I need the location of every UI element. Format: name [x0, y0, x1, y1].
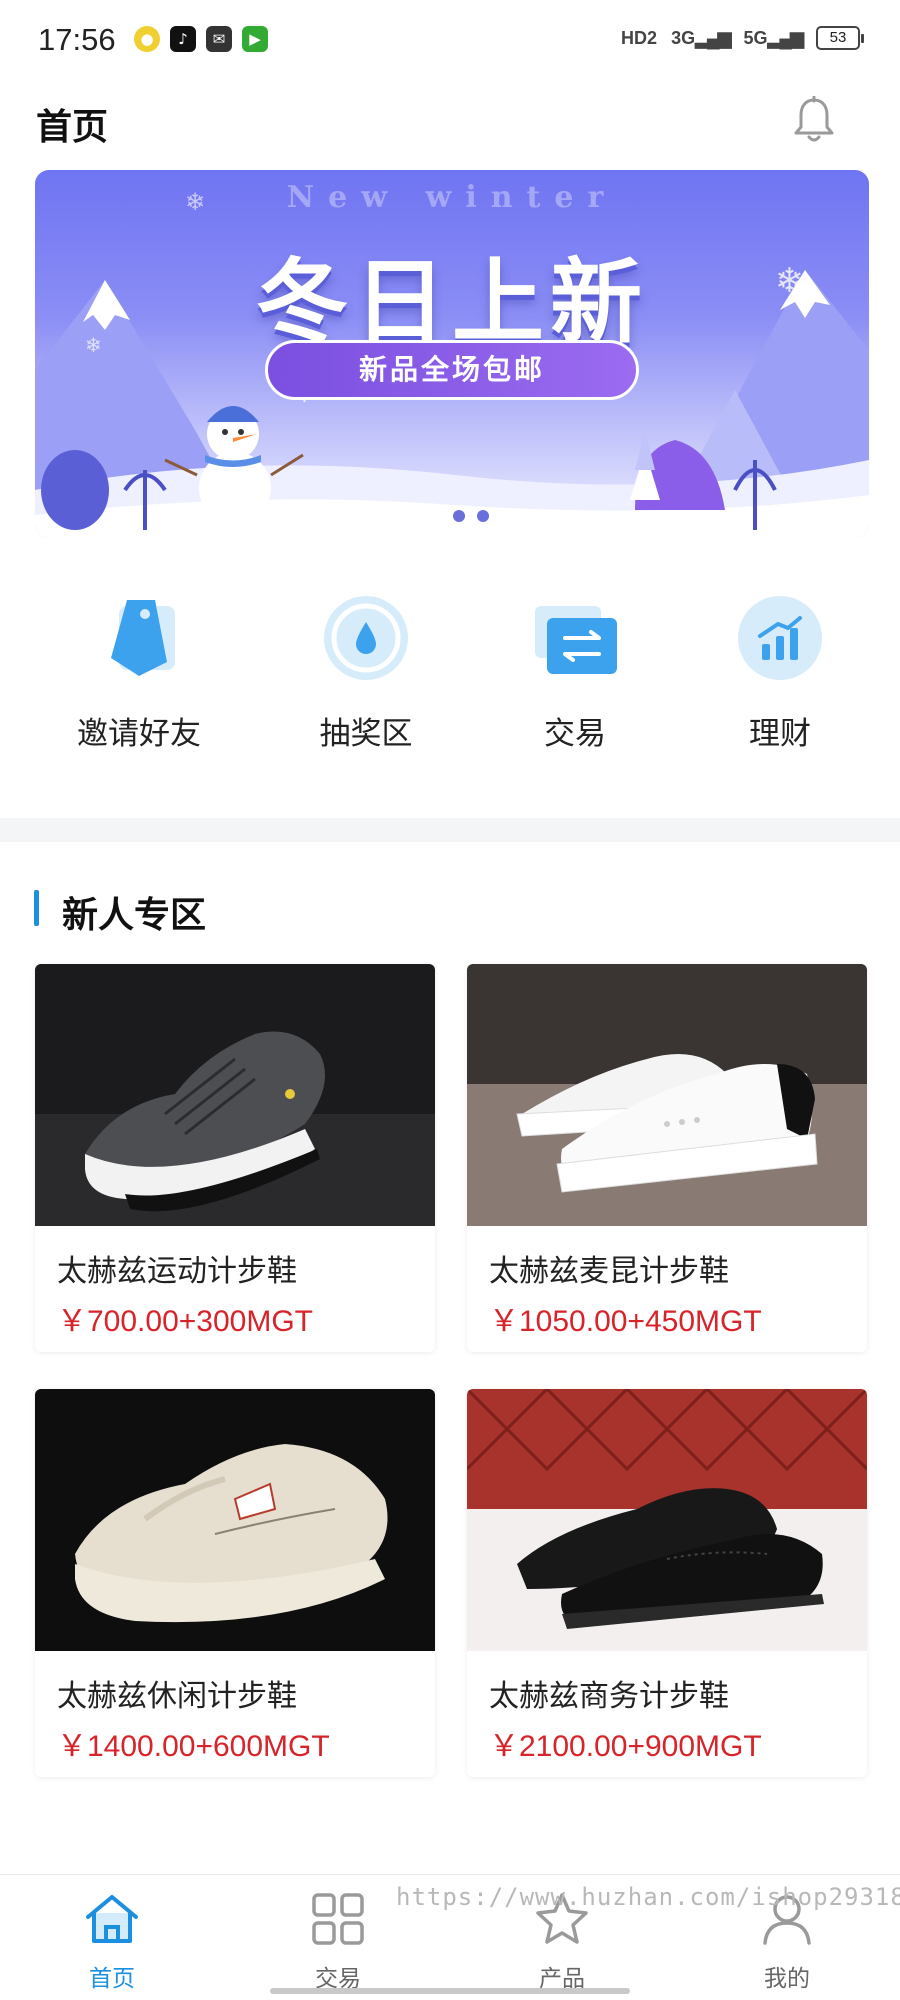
hd-signal: HD2 — [621, 27, 658, 48]
product-name: 太赫兹运动计步鞋 — [57, 1254, 297, 1289]
section-divider — [0, 818, 900, 842]
nav-label: 首页 — [89, 1966, 135, 1992]
watermark-text: https://www.huzhan.com/ishop29318 — [396, 1883, 900, 1911]
mail-app-icon: ✉ — [206, 26, 232, 52]
drop-icon — [324, 596, 408, 680]
signal-5g: 5G▂▄▆ — [743, 27, 804, 48]
section-accent-bar — [34, 890, 39, 926]
quick-lottery[interactable]: 抽奖区 — [276, 592, 456, 753]
quick-label: 抽奖区 — [319, 716, 413, 752]
home-indicator[interactable] — [270, 1988, 630, 1994]
page-title: 首页 — [36, 107, 109, 148]
banner-pill: 新品全场包邮 — [265, 340, 639, 400]
signal-3g: 3G▂▄▆ — [671, 27, 731, 48]
tiktok-icon: ♪ — [170, 26, 196, 52]
grid-icon — [312, 1893, 364, 1945]
product-price: ￥1400.00+600MGT — [57, 1730, 330, 1763]
quick-finance[interactable]: 理财 — [690, 592, 870, 753]
product-name: 太赫兹休闲计步鞋 — [57, 1679, 297, 1714]
section-title: 新人专区 — [62, 895, 207, 936]
beige-chunky-sneaker-image — [35, 1389, 435, 1651]
status-bar: 17:56 ● ♪ ✉ ▶ HD2 3G▂▄▆ 5G▂▄▆ 53 — [0, 0, 900, 80]
quick-menu: 邀请好友 抽奖区 交易 理财 — [0, 592, 900, 752]
product-price: ￥700.00+300MGT — [57, 1305, 313, 1338]
product-price: ￥2100.00+900MGT — [489, 1730, 762, 1763]
grey-knit-sneaker-image — [35, 964, 435, 1226]
nav-label: 我的 — [764, 1966, 810, 1992]
video-app-icon: ▶ — [242, 26, 268, 52]
product-card[interactable]: 太赫兹商务计步鞋 ￥2100.00+900MGT — [467, 1389, 867, 1777]
carousel-dot-active[interactable] — [477, 510, 489, 522]
bell-icon[interactable] — [792, 96, 836, 144]
product-card[interactable]: 太赫兹运动计步鞋 ￥700.00+300MGT — [35, 964, 435, 1352]
bottom-nav: 首页 交易 产品 我的 https://www.huzhan.com/ishop… — [0, 1874, 900, 2000]
quick-label: 交易 — [544, 716, 606, 752]
swap-icon — [535, 606, 617, 674]
product-name: 太赫兹商务计步鞋 — [489, 1679, 729, 1714]
banner-subtitle: New winter — [286, 180, 618, 215]
carousel-dot[interactable] — [453, 510, 465, 522]
quick-invite-friends[interactable]: 邀请好友 — [49, 592, 229, 753]
carousel-dots — [453, 510, 489, 522]
nav-home[interactable]: 首页 — [52, 1889, 172, 1993]
status-app-icons: ● ♪ ✉ ▶ — [134, 26, 268, 52]
black-leather-brogue-image — [467, 1389, 867, 1651]
nav-trade[interactable]: 交易 — [278, 1889, 398, 1993]
product-card[interactable]: 太赫兹休闲计步鞋 ￥1400.00+600MGT — [35, 1389, 435, 1777]
status-time: 17:56 — [38, 22, 116, 57]
home-icon — [86, 1895, 138, 1943]
tag-icon — [111, 600, 175, 676]
product-name: 太赫兹麦昆计步鞋 — [489, 1254, 729, 1289]
promo-banner[interactable]: ❄ ❄ ❄ ❄ New winter 冬日上新 新品全场包邮 — [35, 170, 869, 538]
quick-label: 理财 — [749, 716, 811, 752]
quick-label: 邀请好友 — [77, 716, 201, 752]
product-card[interactable]: 太赫兹麦昆计步鞋 ￥1050.00+450MGT — [467, 964, 867, 1352]
battery-icon: 53 — [816, 26, 864, 50]
quick-trade[interactable]: 交易 — [485, 592, 665, 753]
chart-icon — [738, 596, 822, 680]
white-platform-sneaker-image — [467, 964, 867, 1226]
status-indicators: HD2 3G▂▄▆ 5G▂▄▆ 53 — [621, 26, 864, 50]
music-app-icon: ● — [134, 26, 160, 52]
product-price: ￥1050.00+450MGT — [489, 1305, 762, 1338]
